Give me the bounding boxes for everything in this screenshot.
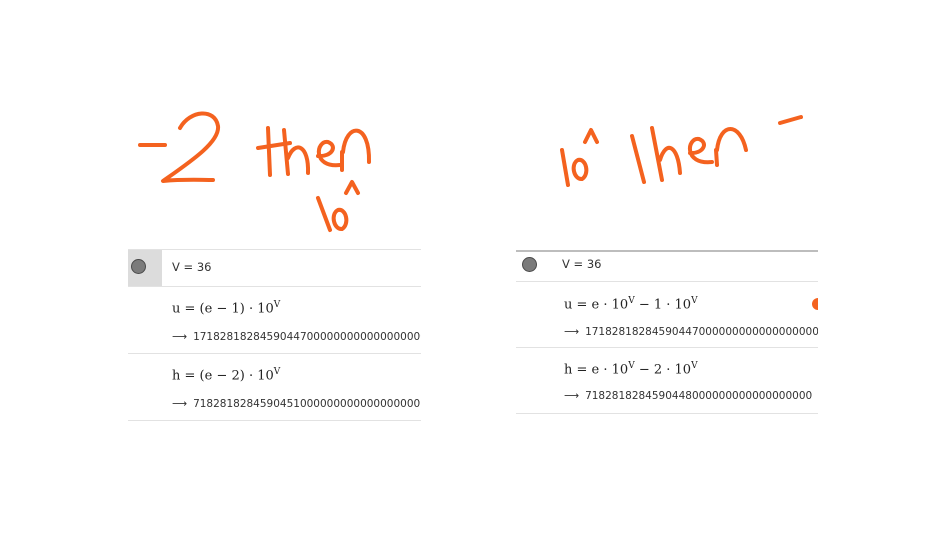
result-u: ⟶ 1718281828459044700000000000000000000	[172, 331, 421, 343]
error-badge-icon[interactable]	[812, 298, 818, 310]
row-gutter	[128, 287, 162, 353]
row-gutter	[516, 348, 556, 413]
formula: (e − 2) · 10	[199, 368, 274, 384]
row-gutter	[128, 354, 162, 420]
kebab-menu-icon[interactable]: ⋮	[415, 257, 421, 272]
slider-row[interactable]: V = 36 ⋮	[516, 250, 818, 282]
ink-then-left-e	[316, 140, 342, 168]
right-arrow-icon: ⟶	[564, 390, 580, 402]
result-u: ⟶ 1718281828459044700000000000000000000	[564, 326, 818, 338]
definition-h[interactable]: h = (e − 2) · 10V	[172, 367, 280, 383]
ink-then-left-n	[340, 128, 372, 172]
object-label: u	[172, 301, 181, 317]
exponent: V	[273, 300, 281, 310]
slider-definition[interactable]: V = 36	[172, 260, 211, 274]
formula-part-a: e · 10	[591, 362, 629, 378]
right-handwriting	[560, 115, 803, 187]
row-gutter[interactable]	[128, 250, 162, 286]
slider-row[interactable]: V = 36 ⋮	[128, 249, 421, 287]
ink-minus-right	[778, 115, 803, 125]
algebra-panel-right: V = 36 ⋮ u = e · 10V − 1 · 10V ⟶17182818…	[516, 250, 818, 428]
row-gutter	[516, 282, 556, 347]
result-value: 1718281828459044700000000000000000000	[585, 326, 818, 338]
right-arrow-icon: ⟶	[564, 326, 580, 338]
ink-then-right-h	[650, 126, 682, 182]
object-label: u	[564, 297, 573, 313]
exponent: V	[273, 367, 281, 377]
exponent-b: V	[691, 361, 698, 371]
result-value: 1718281828459044700000000000000000000	[193, 331, 421, 343]
kebab-menu-icon[interactable]: ⋮	[415, 296, 421, 311]
algebra-row-h[interactable]: h = (e − 2) · 10V ⋮ ⟶ 7182818284590451000…	[128, 354, 421, 421]
right-arrow-icon: ⟶	[172, 398, 188, 410]
formula-part-b: − 2 · 10	[634, 362, 692, 378]
kebab-menu-icon[interactable]: ⋮	[415, 363, 421, 378]
algebra-row-u[interactable]: u = (e − 1) · 10V ⋮ ⟶ 1718281828459044700…	[128, 287, 421, 354]
ink-ten-right	[560, 128, 599, 187]
ink-then-left-t	[256, 126, 292, 177]
kebab-menu-icon[interactable]: ⋮	[812, 357, 818, 372]
ink-then-right-l	[630, 134, 646, 184]
ink-then-right-e	[687, 137, 714, 165]
formula-part-b: − 1 · 10	[634, 297, 692, 313]
algebra-row-h[interactable]: h = e · 10V − 2 · 10V ⋮ ⟶718281828459044…	[516, 348, 818, 414]
slider-definition[interactable]: V = 36	[562, 257, 601, 271]
formula: (e − 1) · 10	[199, 301, 274, 317]
result-value: 7182818284590451000000000000000000	[193, 398, 421, 410]
left-handwriting	[138, 111, 372, 232]
definition-h[interactable]: h = e · 10V − 2 · 10V	[564, 361, 698, 377]
visibility-dot-icon[interactable]	[131, 259, 146, 274]
definition-u[interactable]: u = e · 10V − 1 · 10V	[564, 296, 698, 312]
ink-then-right-n	[714, 127, 748, 167]
algebra-panel-left: V = 36 ⋮ u = (e − 1) · 10V ⋮ ⟶ 1718281828…	[128, 249, 421, 429]
result-h: ⟶ 7182818284590448000000000000000000	[564, 390, 812, 402]
object-label: h	[564, 362, 573, 378]
kebab-menu-icon[interactable]: ⋮	[812, 255, 818, 270]
right-arrow-icon: ⟶	[172, 331, 188, 343]
row-gutter[interactable]	[516, 252, 556, 281]
definition-u[interactable]: u = (e − 1) · 10V	[172, 300, 280, 316]
formula-part-a: e · 10	[591, 297, 629, 313]
algebra-row-u[interactable]: u = e · 10V − 1 · 10V ⟶ 17182818284590447…	[516, 282, 818, 348]
exponent-b: V	[691, 296, 698, 306]
result-value: 7182818284590448000000000000000000	[585, 390, 813, 402]
ink-ten-left	[316, 180, 360, 232]
result-h: ⟶ 7182818284590451000000000000000000	[172, 398, 420, 410]
object-label: h	[172, 368, 181, 384]
visibility-dot-icon[interactable]	[522, 257, 537, 272]
ink-then-left-h	[282, 128, 311, 176]
ink-two	[161, 111, 221, 183]
